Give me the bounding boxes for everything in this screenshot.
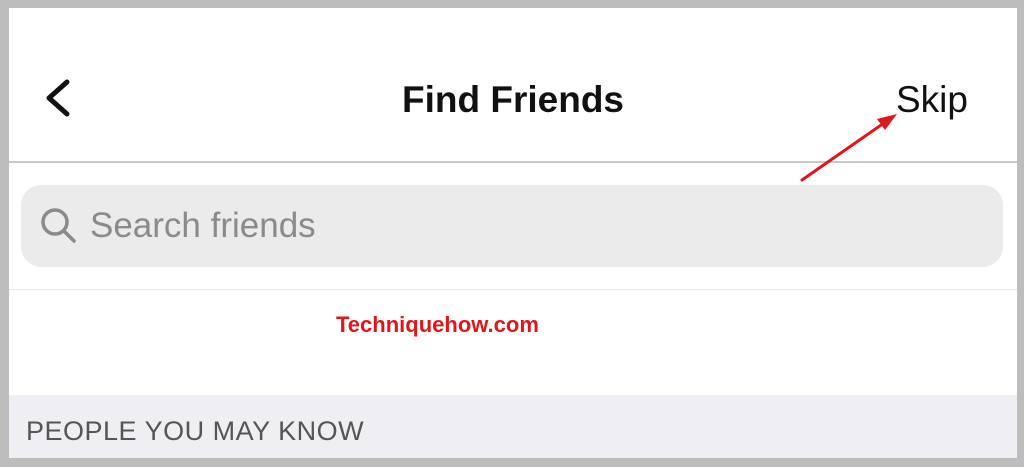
section-label: PEOPLE YOU MAY KNOW — [26, 416, 365, 446]
skip-button[interactable]: Skip — [896, 78, 968, 122]
search-icon — [41, 208, 76, 243]
section-header: PEOPLE YOU MAY KNOW — [9, 395, 1017, 458]
search-input[interactable]: Search friends — [21, 185, 1003, 267]
page-title: Find Friends — [402, 79, 624, 120]
search-placeholder: Search friends — [90, 206, 316, 245]
watermark-text: Techniquehow.com — [336, 312, 539, 337]
top-nav-bar: Find Friends Skip — [9, 8, 1017, 163]
screenshot-frame: Find Friends Skip Search friends Techniq… — [0, 0, 1024, 467]
search-section: Search friends — [9, 163, 1017, 290]
